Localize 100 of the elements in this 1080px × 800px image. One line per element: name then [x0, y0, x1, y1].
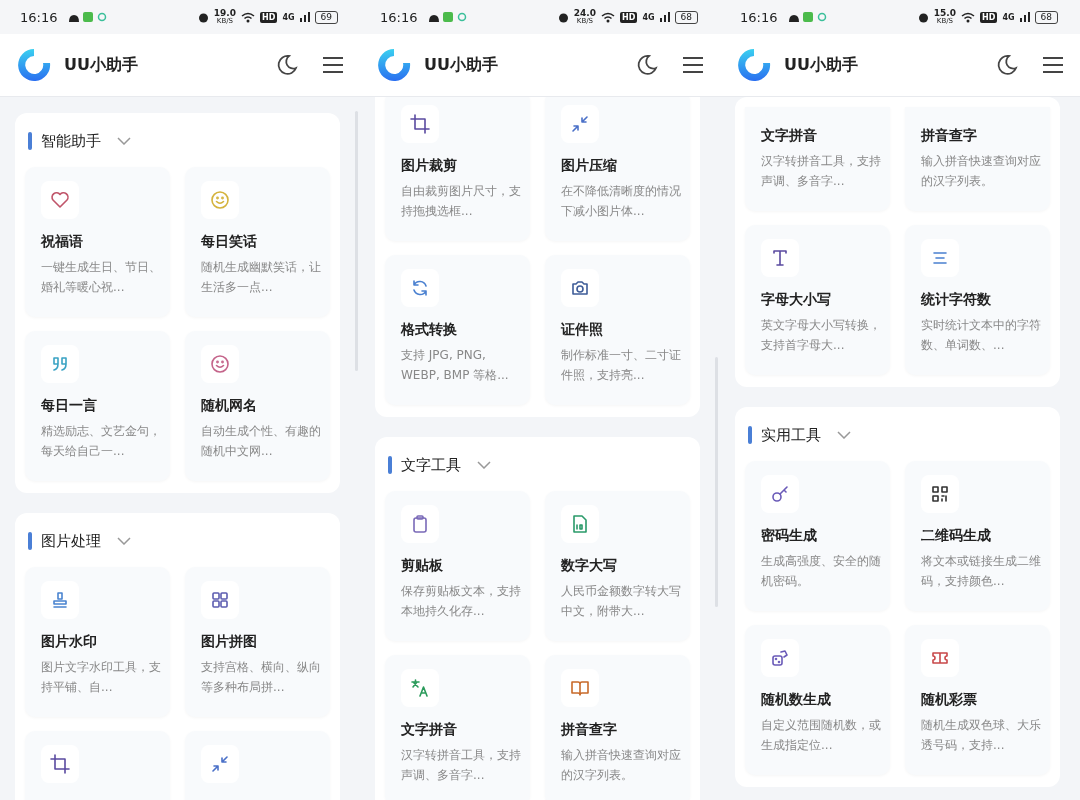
tool-card[interactable]: 二维码生成 将文本或链接生成二维码，支持颜色... — [905, 461, 1050, 611]
hd-badge: HD — [260, 11, 278, 23]
tool-card[interactable]: 拼音查字 输入拼音快速查询对应的汉字列表。 — [905, 107, 1050, 211]
dark-mode-icon[interactable] — [636, 54, 658, 76]
battery-level: 68 — [1034, 10, 1058, 24]
tool-description: 自定义范围随机数，或生成指定位... — [761, 717, 882, 755]
tool-card[interactable]: 祝福语 一键生成生日、节日、婚礼等暖心祝... — [25, 167, 170, 317]
letter-icon — [770, 248, 790, 268]
tool-card[interactable]: 随机彩票 随机生成双色球、大乐透号码，支持... — [905, 625, 1050, 775]
tool-description: 在不降低清晰度的情况下减小图片体... — [561, 183, 682, 221]
tool-description: 自动生成个性、有趣的随机中文网... — [201, 423, 322, 461]
tool-description: 制作标准一寸、二寸证件照，支持亮... — [561, 347, 682, 385]
tool-card[interactable]: 每日一言 精选励志、文艺金句，每天给自己一... — [25, 331, 170, 481]
app-title: UU小助手 — [64, 54, 138, 76]
tool-description: 生成高强度、安全的随机密码。 — [761, 553, 882, 591]
refresh-icon — [410, 278, 430, 298]
tool-title: 图片裁剪 — [401, 157, 458, 175]
tool-description: 图片文字水印工具，支持平铺、自... — [41, 659, 162, 697]
compress-icon — [210, 754, 230, 774]
tool-card[interactable]: 密码生成 生成高强度、安全的随机密码。 — [745, 461, 890, 611]
tool-description: 随机生成幽默笑话，让生活多一点... — [201, 259, 322, 297]
tool-card[interactable]: 文字拼音 汉字转拼音工具，支持声调、多音字... — [385, 655, 530, 800]
tool-title: 文字拼音 — [401, 721, 458, 739]
tool-title: 每日一言 — [41, 397, 98, 415]
tool-title: 统计字符数 — [921, 291, 992, 309]
signal-icon — [659, 12, 670, 22]
battery-level: 69 — [314, 10, 338, 24]
dice-icon — [770, 648, 790, 668]
chevron-down-icon[interactable] — [117, 537, 131, 545]
section-title: 文字工具 — [401, 455, 461, 475]
heart-icon — [50, 190, 70, 210]
menu-icon[interactable] — [322, 56, 344, 74]
stamp-icon — [50, 590, 70, 610]
tool-card[interactable]: 剪贴板 保存剪贴板文本，支持本地持久化存... — [385, 491, 530, 641]
tool-card[interactable]: 每日笑话 随机生成幽默笑话，让生活多一点... — [185, 167, 330, 317]
section-accent-bar — [748, 426, 752, 444]
logo-icon — [16, 47, 52, 83]
tool-title: 剪贴板 — [401, 557, 444, 575]
tool-card[interactable]: 数字大写 人民币金额数字转大写中文，附带大... — [545, 491, 690, 641]
section-accent-bar — [28, 532, 32, 550]
tool-title: 每日笑话 — [201, 233, 258, 251]
app-title: UU小助手 — [424, 54, 498, 76]
hd-badge: HD — [620, 11, 638, 23]
app-title: UU小助手 — [784, 54, 858, 76]
chevron-down-icon[interactable] — [837, 431, 851, 439]
crop-icon — [410, 114, 430, 134]
tool-card[interactable]: 图片裁剪 自由裁剪图片尺寸，支持拖拽选框... — [385, 97, 530, 241]
dark-mode-icon[interactable] — [276, 54, 298, 76]
menu-icon[interactable] — [682, 56, 704, 74]
tool-description: 输入拼音快速查询对应的汉字列表。 — [561, 747, 682, 785]
tool-description: 支持宫格、横向、纵向等多种布局拼... — [201, 659, 322, 697]
tool-card[interactable]: 格式转换 支持 JPG, PNG, WEBP, BMP 等格... — [385, 255, 530, 405]
tool-card[interactable]: 文字拼音 汉字转拼音工具，支持声调、多音字... — [745, 107, 890, 211]
dark-mode-icon[interactable] — [996, 54, 1018, 76]
tool-card[interactable]: 随机数生成 自定义范围随机数，或生成指定位... — [745, 625, 890, 775]
chevron-down-icon[interactable] — [117, 137, 131, 145]
tool-title: 随机数生成 — [761, 691, 832, 709]
section-title: 实用工具 — [761, 425, 821, 445]
tool-description: 保存剪贴板文本，支持本地持久化存... — [401, 583, 522, 621]
tool-title: 格式转换 — [401, 321, 458, 339]
section-title: 智能助手 — [41, 131, 101, 151]
tool-title: 图片拼图 — [201, 633, 258, 651]
tool-title: 证件照 — [561, 321, 604, 339]
tool-card[interactable]: 图片压缩 在不降低清晰度的情况下减小图片体... — [545, 97, 690, 241]
signal-icon — [299, 12, 310, 22]
crop-icon — [50, 754, 70, 774]
tool-title: 图片压缩 — [561, 157, 618, 175]
tool-description: 一键生成生日、节日、婚礼等暖心祝... — [41, 259, 162, 297]
quote-icon — [50, 354, 70, 374]
tool-card[interactable]: 证件照 制作标准一寸、二寸证件照，支持亮... — [545, 255, 690, 405]
menu-icon[interactable] — [1042, 56, 1064, 74]
tool-title: 二维码生成 — [921, 527, 992, 545]
camera-icon — [570, 278, 590, 298]
tool-card[interactable]: 字母大小写 英文字母大小写转换，支持首字母大... — [745, 225, 890, 375]
tool-description: 实时统计文本中的字符数、单词数、... — [921, 317, 1042, 355]
section-title: 图片处理 — [41, 531, 101, 551]
chevron-down-icon[interactable] — [477, 461, 491, 469]
network-type: 4G — [642, 12, 655, 22]
section-accent-bar — [28, 132, 32, 150]
tool-card[interactable]: 拼音查字 输入拼音快速查询对应的汉字列表。 — [545, 655, 690, 800]
tool-title: 随机彩票 — [921, 691, 978, 709]
tool-title: 随机网名 — [201, 397, 258, 415]
tool-card[interactable]: 图片拼图 支持宫格、横向、纵向等多种布局拼... — [185, 567, 330, 717]
tool-title: 数字大写 — [561, 557, 618, 575]
tool-description: 汉字转拼音工具，支持声调、多音字... — [401, 747, 522, 785]
tool-title: 图片水印 — [41, 633, 98, 651]
tool-description: 输入拼音快速查询对应的汉字列表。 — [921, 153, 1042, 191]
qr-code-icon — [930, 484, 950, 504]
smiley-icon — [210, 190, 230, 210]
tool-card[interactable]: 随机网名 自动生成个性、有趣的随机中文网... — [185, 331, 330, 481]
tool-card[interactable]: 统计字符数 实时统计文本中的字符数、单词数、... — [905, 225, 1050, 375]
tool-description: 精选励志、文艺金句，每天给自己一... — [41, 423, 162, 461]
tool-card[interactable]: 图片水印 图片文字水印工具，支持平铺、自... — [25, 567, 170, 717]
clipboard-icon — [410, 514, 430, 534]
tool-title: 文字拼音 — [761, 127, 818, 145]
status-time: 16:16 — [20, 9, 58, 25]
section-accent-bar — [388, 456, 392, 474]
tool-description: 随机生成双色球、大乐透号码，支持... — [921, 717, 1042, 755]
battery-level: 68 — [674, 10, 698, 24]
tool-description: 自由裁剪图片尺寸，支持拖拽选框... — [401, 183, 522, 221]
